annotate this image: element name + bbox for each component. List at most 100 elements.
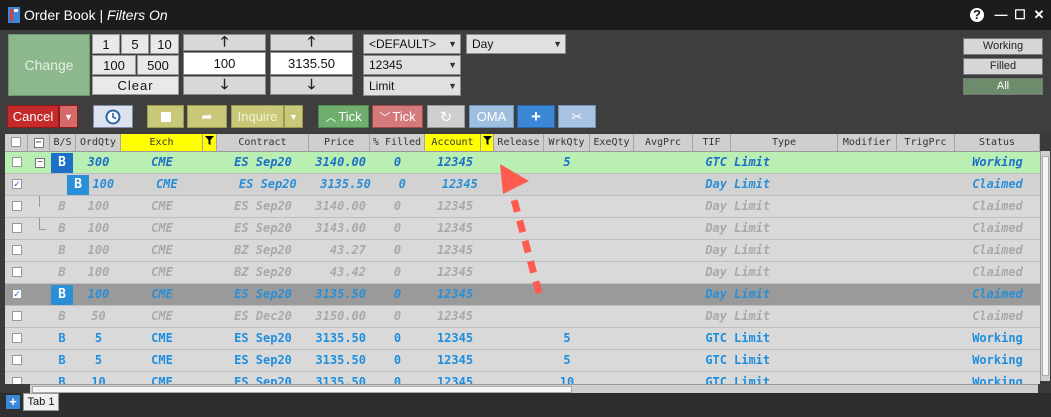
account-select[interactable]: 12345 ▼ — [363, 55, 461, 75]
row-checkbox[interactable] — [12, 377, 22, 384]
row-checkbox[interactable] — [12, 201, 22, 211]
split-order-button[interactable]: ✂ — [558, 105, 596, 128]
collapse-icon[interactable]: − — [33, 138, 44, 148]
account-group-select[interactable]: <DEFAULT> ▼ — [363, 34, 461, 54]
table-row[interactable]: B 5 CME ES Sep20 3135.50 0 12345 5 GTC Limit Worki… — [5, 328, 1040, 350]
row-checkbox[interactable] — [12, 223, 22, 233]
col-modifier[interactable]: Modifier — [838, 134, 897, 151]
buy-sell-badge: B — [58, 199, 66, 213]
help-icon[interactable]: ? — [970, 8, 984, 22]
tab-1[interactable]: Tab 1 — [23, 393, 59, 411]
tick-up-button[interactable]: ︿ Tick — [318, 105, 369, 128]
inquire-dropdown-button[interactable]: ▼ — [284, 105, 303, 128]
cancel-dropdown-button[interactable]: ▼ — [59, 105, 78, 128]
cell-account: 12345 — [436, 287, 474, 301]
tif-select[interactable]: Day ▼ — [466, 34, 566, 54]
stop-icon — [160, 111, 171, 122]
price-down-button[interactable]: 🡓 — [270, 76, 353, 95]
cancel-button[interactable]: Cancel — [7, 105, 59, 128]
account-filter-icon[interactable] — [481, 134, 494, 151]
row-checkbox[interactable] — [12, 333, 22, 343]
row-checkbox[interactable]: ✓ — [12, 289, 22, 299]
cell-ordqty: 100 — [87, 243, 110, 257]
cell-ordqty: 100 — [87, 221, 110, 235]
col-contract[interactable]: Contract — [217, 134, 309, 151]
col-exeqty[interactable]: ExeQty — [590, 134, 634, 151]
vertical-scrollbar[interactable] — [1040, 151, 1050, 381]
col-status[interactable]: Status — [955, 134, 1040, 151]
row-checkbox[interactable] — [12, 157, 22, 167]
cell-filled: 0 — [393, 265, 402, 279]
cell-ordqty: 100 — [87, 287, 110, 301]
maximize-icon[interactable]: ☐ — [1012, 7, 1028, 23]
col-account[interactable]: Account — [425, 134, 481, 151]
exch-filter-icon[interactable] — [203, 134, 217, 151]
qty-down-button[interactable]: 🡓 — [183, 76, 266, 95]
table-row[interactable]: B 10 CME ES Sep20 3135.50 0 12345 10 GTC Limit Wor… — [5, 372, 1040, 384]
tree-connector — [39, 218, 46, 230]
cell-status: Claimed — [972, 287, 1023, 301]
qty-up-button[interactable]: 🡑 — [183, 33, 266, 51]
history-button[interactable] — [93, 105, 133, 128]
vertical-scroll-thumb[interactable] — [1042, 156, 1049, 376]
stop-button[interactable] — [147, 105, 184, 128]
cell-price: 43.42 — [329, 265, 366, 279]
row-checkbox[interactable] — [12, 245, 22, 255]
qty-input[interactable]: 100 — [183, 52, 266, 75]
collapse-all-header[interactable]: − — [28, 134, 50, 151]
filter-filled-button[interactable]: Filled — [963, 58, 1043, 75]
col-wrkqty[interactable]: WrkQty — [544, 134, 590, 151]
close-icon[interactable]: ✕ — [1031, 7, 1047, 23]
oma-button[interactable]: OMA — [469, 105, 514, 128]
row-checkbox[interactable] — [12, 355, 22, 365]
col-filled[interactable]: % Filled — [370, 134, 425, 151]
col-release[interactable]: Release — [494, 134, 544, 151]
table-row[interactable]: B 5 CME ES Sep20 3135.50 0 12345 5 GTC Limit Worki… — [5, 350, 1040, 372]
order-type-select[interactable]: Limit ▼ — [363, 76, 461, 96]
col-type[interactable]: Type — [731, 134, 838, 151]
select-all-header[interactable] — [5, 134, 28, 151]
row-checkbox[interactable] — [12, 267, 22, 277]
minimize-icon[interactable]: — — [993, 7, 1009, 23]
col-ordqty[interactable]: OrdQty — [76, 134, 121, 151]
price-up-button[interactable]: 🡑 — [270, 33, 353, 51]
qty-100-button[interactable]: 100 — [92, 55, 136, 75]
cell-contract: ES Sep20 — [234, 199, 292, 213]
cell-price: 3135.50 — [315, 353, 366, 367]
col-price[interactable]: Price — [309, 134, 370, 151]
app-logo-icon — [8, 7, 20, 23]
select-all-checkbox[interactable] — [11, 137, 21, 147]
expand-collapse-icon[interactable]: − — [35, 158, 45, 168]
clear-button[interactable]: Clear — [92, 76, 179, 95]
row-checkbox[interactable] — [12, 311, 22, 321]
col-trigprc[interactable]: TrigPrc — [897, 134, 955, 151]
tick-down-button[interactable]: ﹀ Tick — [372, 105, 423, 128]
col-exch[interactable]: Exch — [121, 134, 203, 151]
change-button[interactable]: Change — [8, 34, 90, 96]
filter-all-button[interactable]: All — [963, 78, 1043, 95]
cell-type: Limit — [734, 331, 771, 345]
add-tab-button[interactable]: + — [6, 395, 20, 409]
table-row[interactable]: B 50 CME ES Dec20 3150.00 0 12345 Day Limit Claim… — [5, 306, 1040, 328]
col-bs[interactable]: B/S — [50, 134, 76, 151]
qty-10-button[interactable]: 10 — [150, 34, 179, 54]
cell-contract: ES Sep20 — [238, 177, 297, 191]
col-avgprc[interactable]: AvgPrc — [634, 134, 693, 151]
add-order-button[interactable]: + — [517, 105, 555, 128]
col-tif[interactable]: TIF — [693, 134, 731, 151]
filter-working-button[interactable]: Working — [963, 38, 1043, 55]
cell-exch: CME — [151, 353, 173, 367]
buy-sell-badge: B — [51, 153, 73, 173]
row-checkbox[interactable]: ✓ — [12, 179, 22, 189]
inquire-button[interactable]: Inquire — [231, 105, 284, 128]
cell-status: Working — [972, 375, 1023, 384]
qty-1-button[interactable]: 1 — [92, 34, 120, 54]
cell-tif: GTC — [705, 331, 727, 345]
horizontal-scroll-thumb[interactable] — [32, 386, 572, 393]
qty-500-button[interactable]: 500 — [137, 55, 179, 75]
price-input[interactable]: 3135.50 — [270, 52, 353, 75]
qty-5-button[interactable]: 5 — [121, 34, 149, 54]
replace-button[interactable]: ➦ — [187, 105, 227, 128]
cell-tif: Day — [705, 309, 727, 323]
refresh-button[interactable]: ↻ — [427, 105, 465, 128]
